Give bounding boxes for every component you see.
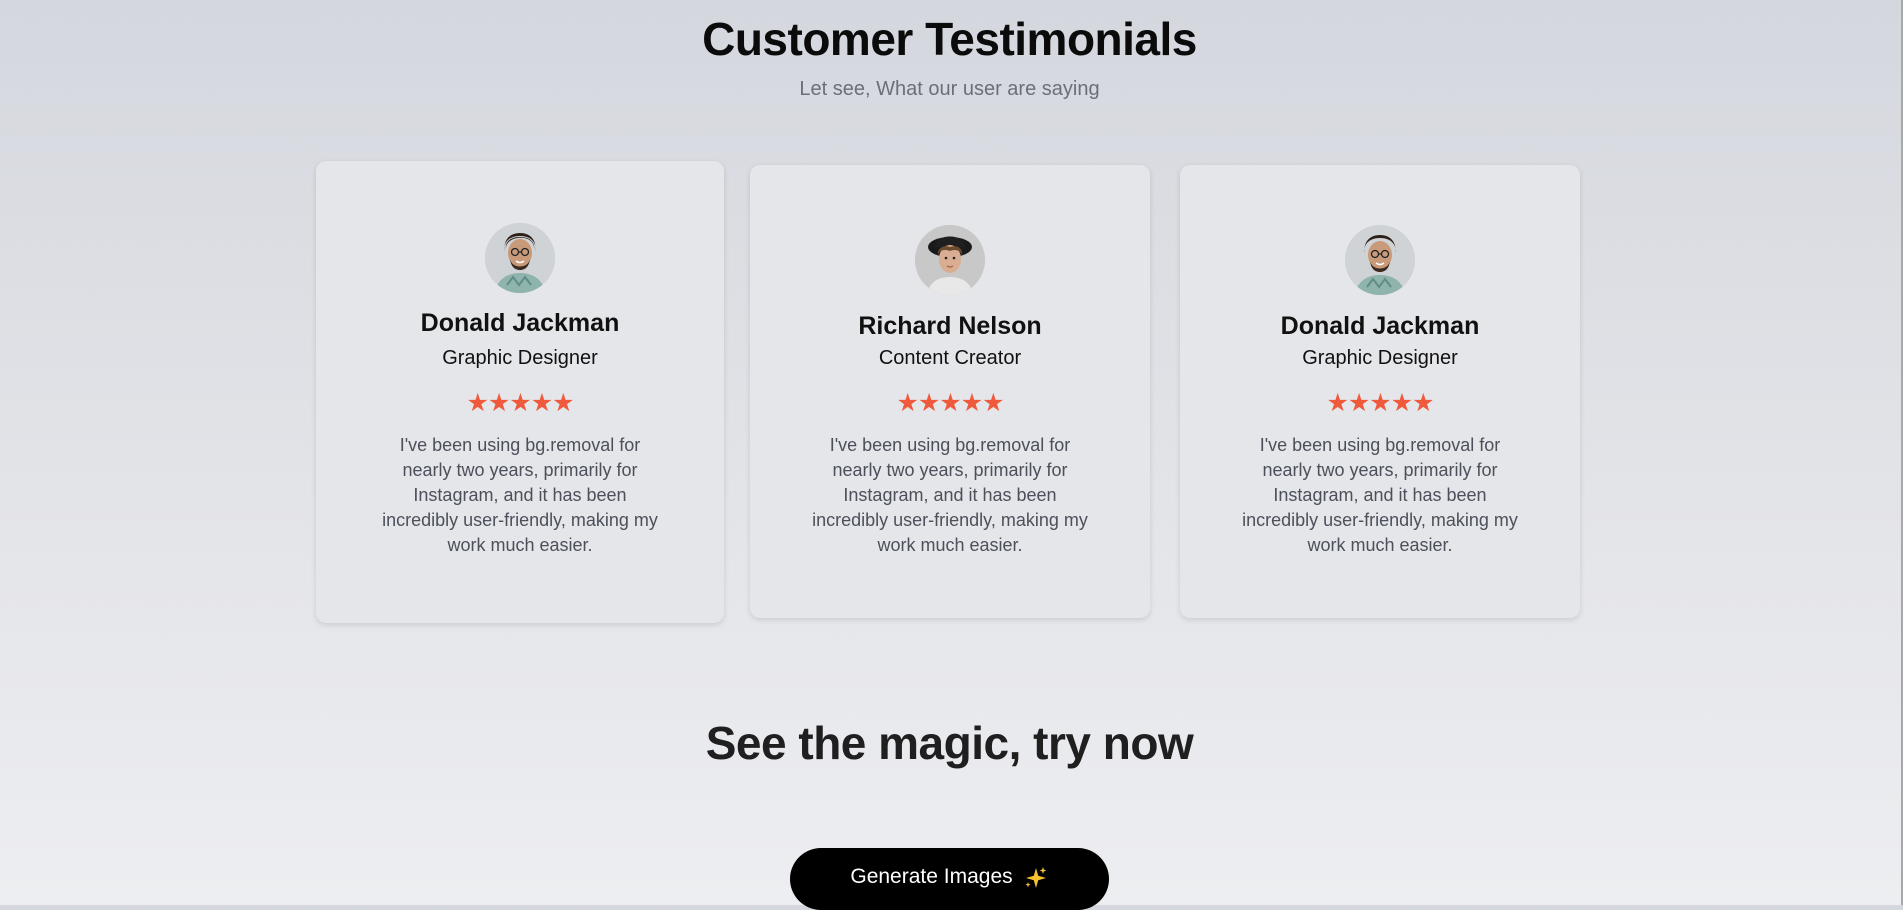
testimonial-quote: I've been using bg.removal for nearly tw…: [812, 435, 1088, 555]
sparkles-icon: [1024, 867, 1047, 888]
avatar: [485, 223, 555, 293]
avatar: [1345, 225, 1415, 295]
testimonial-role: Graphic Designer: [1302, 347, 1458, 369]
testimonial-quote: I've been using bg.removal for nearly tw…: [1242, 435, 1518, 555]
section-title: Customer Testimonials: [702, 13, 1197, 65]
testimonial-card: Donald Jackman Graphic Designer ★★★★★ I'…: [316, 161, 724, 623]
testimonial-card: Donald Jackman Graphic Designer ★★★★★ I'…: [1180, 165, 1580, 618]
testimonial-name: Donald Jackman: [1280, 312, 1480, 340]
testimonial-card: Richard Nelson Content Creator ★★★★★ I'v…: [750, 165, 1150, 618]
cta-title: See the magic, try now: [705, 717, 1194, 769]
rating-stars: ★★★★★: [1326, 389, 1434, 417]
testimonial-quote: I've been using bg.removal for nearly tw…: [382, 435, 658, 555]
avatar-portrait-icon: [915, 225, 985, 295]
generate-images-label: Generate Images: [850, 865, 1013, 888]
section-subtitle: Let see, What our user are saying: [799, 78, 1100, 100]
testimonial-name: Richard Nelson: [858, 312, 1042, 340]
avatar-portrait-icon: [1345, 225, 1415, 295]
avatar-portrait-icon: [485, 223, 555, 293]
testimonial-role: Content Creator: [878, 347, 1022, 369]
avatar: [915, 225, 985, 295]
testimonial-name: Donald Jackman: [420, 309, 620, 337]
testimonial-role: Graphic Designer: [442, 347, 598, 369]
rating-stars: ★★★★★: [896, 389, 1004, 417]
rating-stars: ★★★★★: [466, 389, 574, 417]
generate-images-button[interactable]: Generate Images: [790, 848, 1109, 910]
